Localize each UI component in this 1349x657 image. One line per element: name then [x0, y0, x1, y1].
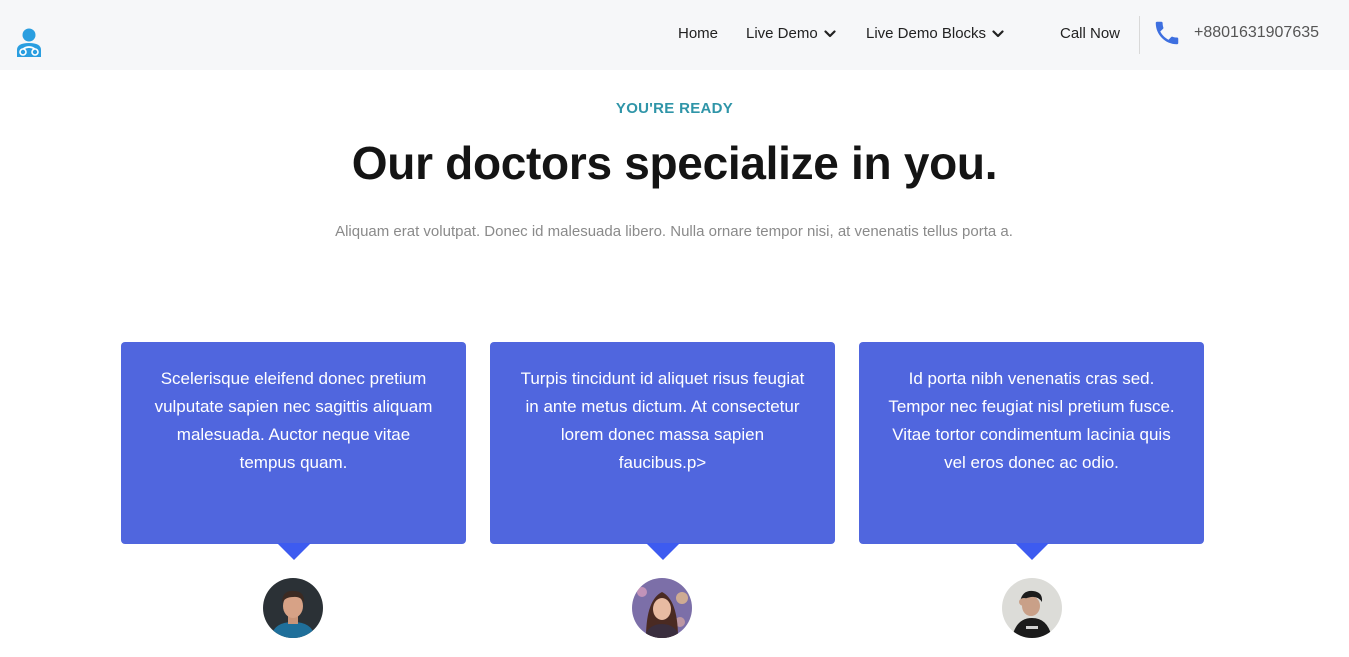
- nav-live-demo-blocks-label: Live Demo Blocks: [866, 25, 987, 42]
- card-pointer: [646, 543, 680, 560]
- testimonial-text: Turpis tincidunt id aliquet risus feugia…: [520, 369, 805, 472]
- testimonial-text: Id porta nibh venenatis cras sed. Tempor…: [888, 369, 1175, 472]
- nav-home[interactable]: Home: [678, 25, 718, 42]
- chevron-down-icon: [824, 29, 836, 37]
- chevron-down-icon: [992, 29, 1004, 37]
- nav-call-now-label: Call Now: [1060, 25, 1121, 42]
- card-pointer: [1015, 543, 1049, 560]
- section-title: Our doctors specialize in you.: [351, 137, 998, 189]
- card-pointer: [277, 543, 311, 560]
- testimonial-card: Scelerisque eleifend donec pretium vulpu…: [121, 342, 466, 560]
- phone-icon[interactable]: [1152, 18, 1182, 48]
- nav-live-demo-label: Live Demo: [746, 25, 818, 42]
- avatar: [632, 578, 692, 638]
- avatar: [263, 578, 323, 638]
- testimonial-card: Turpis tincidunt id aliquet risus feugia…: [490, 342, 835, 560]
- nav-call-now[interactable]: Call Now: [1060, 25, 1120, 42]
- nav-live-demo[interactable]: Live Demo: [746, 25, 836, 42]
- testimonial-text: Scelerisque eleifend donec pretium vulpu…: [154, 369, 433, 472]
- phone-number-link[interactable]: +8801631907635: [1194, 24, 1319, 42]
- avatar: [1002, 578, 1062, 638]
- nav-home-label: Home: [678, 25, 719, 42]
- site-header: Home Live Demo Live Demo Blocks Call Now…: [0, 0, 1349, 70]
- section-subtitle: Aliquam erat volutpat. Donec id malesuad…: [335, 223, 1013, 240]
- testimonial-card: Id porta nibh venenatis cras sed. Tempor…: [859, 342, 1204, 560]
- doctor-logo-icon[interactable]: [14, 26, 44, 58]
- nav-live-demo-blocks[interactable]: Live Demo Blocks: [866, 25, 1004, 42]
- nav-divider: [1139, 16, 1140, 54]
- section-eyebrow: YOU'RE READY: [615, 100, 734, 117]
